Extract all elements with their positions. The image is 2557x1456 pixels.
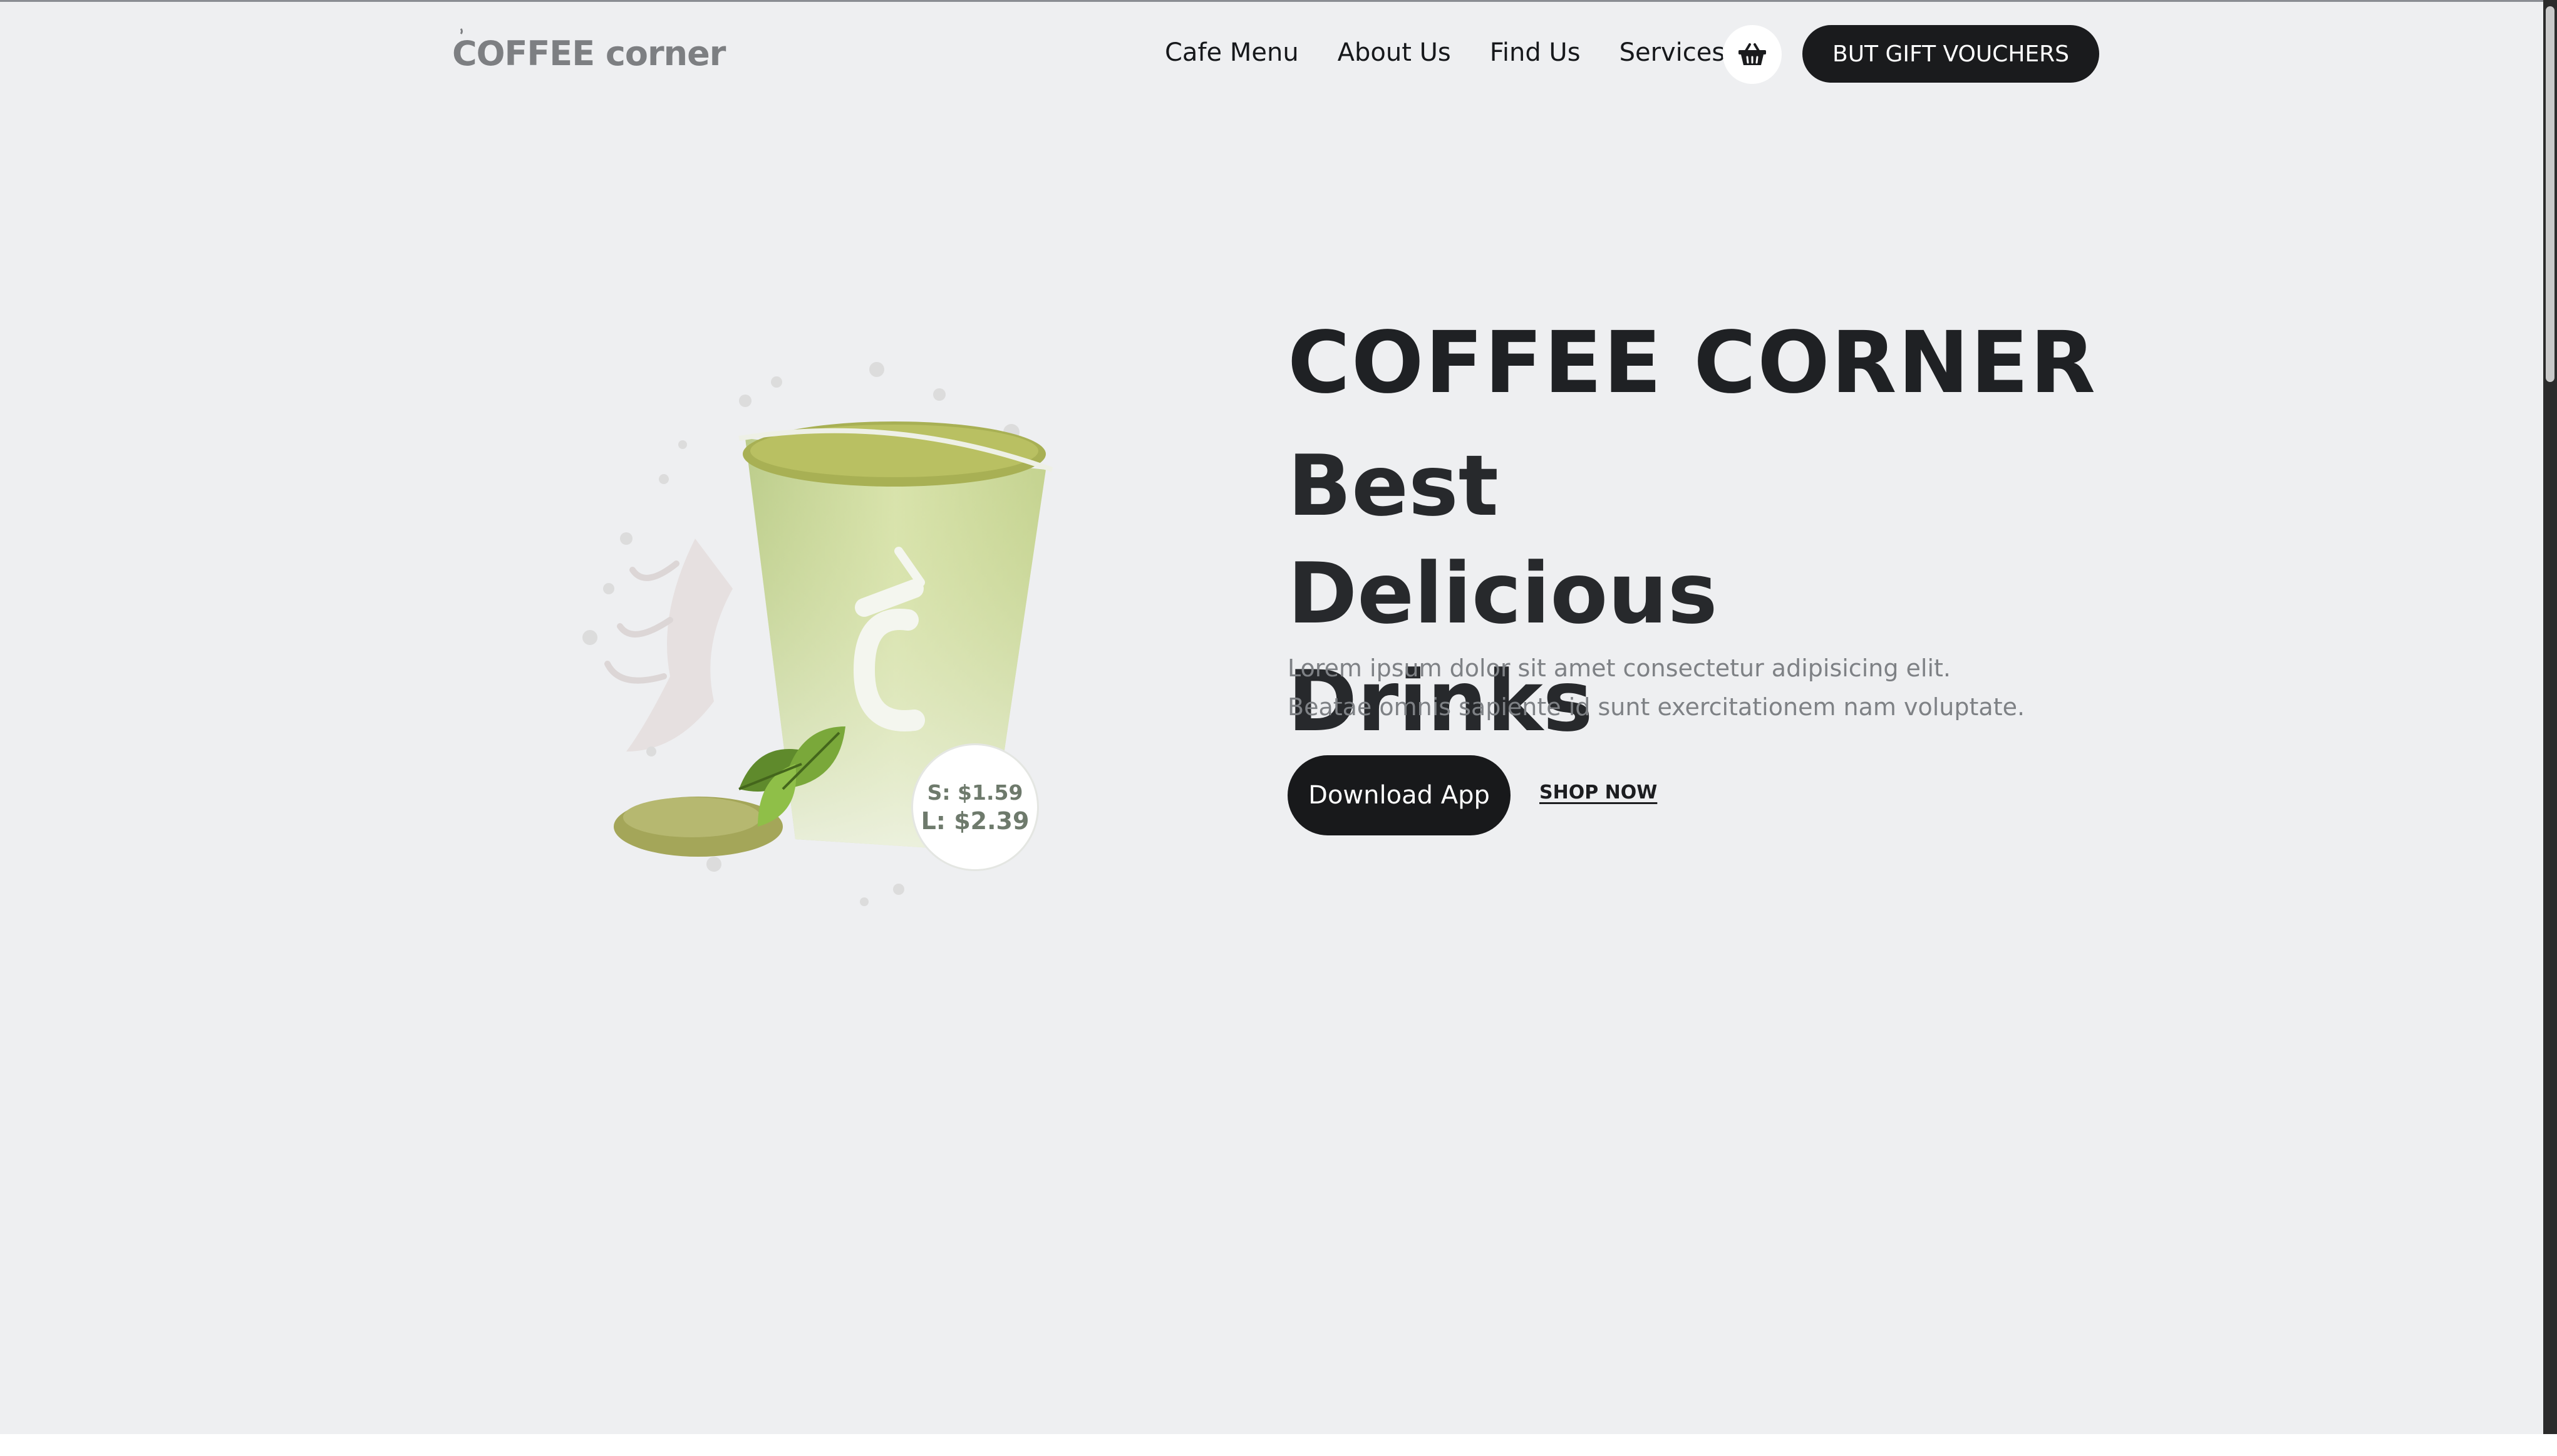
- price-badge: S: $1.59 L: $2.39: [913, 745, 1037, 869]
- download-app-button[interactable]: Download App: [1288, 755, 1511, 835]
- hero-title: COFFEE CORNER: [1288, 314, 2097, 413]
- page: COFFEE corner Cafe Menu About Us Find Us…: [0, 0, 2557, 1456]
- nav-link-find-us[interactable]: Find Us: [1490, 38, 1581, 67]
- window-top-edge: [0, 0, 2557, 2]
- scrollbar-thumb[interactable]: [2546, 6, 2554, 382]
- basket-icon: [1738, 43, 1766, 65]
- shop-now-link[interactable]: SHOP NOW: [1539, 782, 1657, 803]
- logo-text: COFFEE corner: [452, 34, 726, 73]
- nav-link-services[interactable]: Services: [1619, 38, 1725, 67]
- price-large: L: $2.39: [921, 807, 1030, 835]
- buy-gift-vouchers-button[interactable]: BUT GIFT VOUCHERS: [1802, 25, 2099, 83]
- logo[interactable]: COFFEE corner: [452, 28, 726, 73]
- nav-link-about-us[interactable]: About Us: [1338, 38, 1451, 67]
- page-bottom-band: [0, 1434, 2557, 1456]
- price-small: S: $1.59: [927, 780, 1023, 805]
- hero-description: Lorem ipsum dolor sit amet consectetur a…: [1288, 654, 2025, 721]
- cart-button[interactable]: [1723, 25, 1782, 84]
- nav-link-cafe-menu[interactable]: Cafe Menu: [1165, 38, 1299, 67]
- main-nav: Cafe Menu About Us Find Us Services: [1165, 33, 1725, 73]
